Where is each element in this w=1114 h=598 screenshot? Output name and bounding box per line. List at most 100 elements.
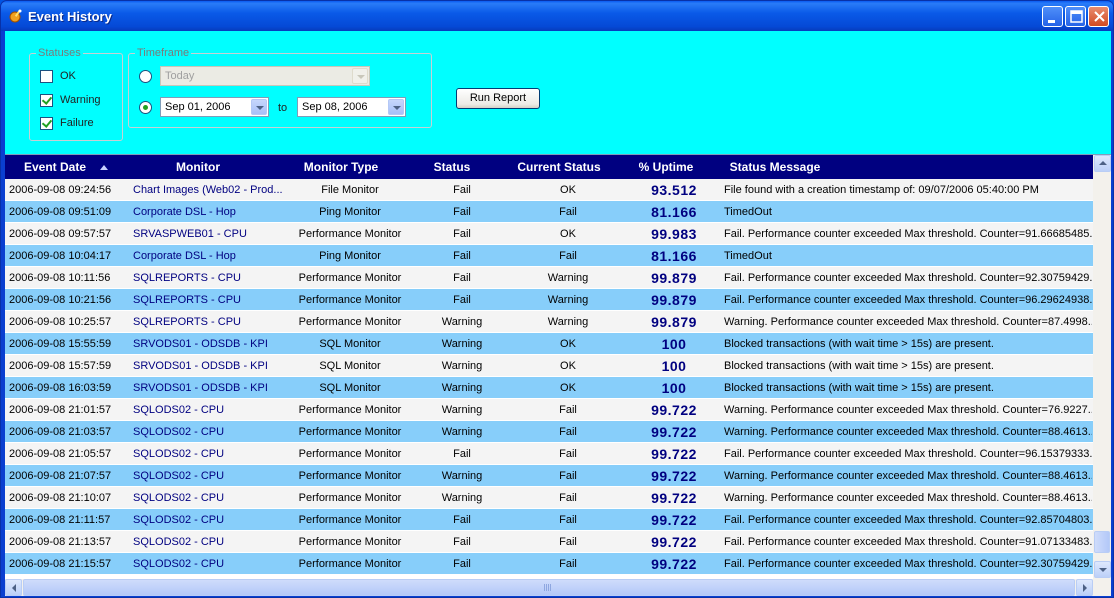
column-header-current-status[interactable]: Current Status [497, 155, 621, 179]
column-header-uptime[interactable]: % Uptime [621, 155, 711, 179]
scroll-down-button[interactable] [1094, 561, 1111, 578]
horizontal-scrollbar[interactable] [5, 579, 1111, 596]
minimize-button[interactable] [1042, 6, 1063, 27]
table-row[interactable]: 2006-09-08 21:03:57 SQLODS02 - CPU Perform… [5, 421, 1093, 443]
vertical-scroll-thumb[interactable] [1094, 531, 1110, 553]
cell-current-status: Warning [547, 316, 589, 328]
table-row[interactable]: 2006-09-08 09:57:57 SRVASPWEB01 - CPU Perf… [5, 223, 1093, 245]
cell-monitor: SQLREPORTS - CPU [133, 272, 241, 284]
statuses-group: Statuses OK Warning Failure [29, 47, 123, 141]
cell-status: Fail [453, 294, 471, 306]
to-date-picker[interactable]: Sep 08, 2006 [297, 97, 406, 117]
column-header-event-date[interactable]: Event Date [5, 155, 127, 179]
cell-event-date: 2006-09-08 16:03:59 [9, 382, 112, 394]
cell-current-status: OK [560, 228, 576, 240]
cell-monitor-type: Performance Monitor [298, 470, 402, 482]
grid-rows: 2006-09-08 09:24:56 Chart Images (Web02 -… [5, 179, 1093, 575]
cell-status-message: Blocked transactions (with wait time > 1… [724, 360, 994, 372]
table-row[interactable]: 2006-09-08 15:57:59 SRVODS01 - ODSDB - KP… [5, 355, 1093, 377]
table-row[interactable]: 2006-09-08 21:11:57 SQLODS02 - CPU Perform… [5, 509, 1093, 531]
cell-monitor-type: Performance Monitor [298, 426, 402, 438]
table-row[interactable]: 2006-09-08 21:10:07 SQLODS02 - CPU Perform… [5, 487, 1093, 509]
table-row[interactable]: 2006-09-08 16:03:59 SRVODS01 - ODSDB - KP… [5, 377, 1093, 399]
column-header-monitor[interactable]: Monitor [127, 155, 269, 179]
column-header-monitor-type[interactable]: Monitor Type [273, 155, 409, 179]
cell-monitor: Chart Images (Web02 - Prod... [133, 184, 283, 196]
chevron-down-icon [352, 68, 368, 84]
table-row[interactable]: 2006-09-08 21:07:57 SQLODS02 - CPU Perform… [5, 465, 1093, 487]
table-row[interactable]: 2006-09-08 21:01:57 SQLODS02 - CPU Perform… [5, 399, 1093, 421]
cell-monitor: SRVASPWEB01 - CPU [133, 228, 247, 240]
cell-status: Warning [441, 382, 483, 394]
cell-status: Fail [453, 206, 471, 218]
cell-monitor-type: Ping Monitor [319, 206, 381, 218]
table-row[interactable]: 2006-09-08 21:13:57 SQLODS02 - CPU Perform… [5, 531, 1093, 553]
to-label: to [278, 102, 288, 114]
column-header-status[interactable]: Status [407, 155, 497, 179]
table-row[interactable]: 2006-09-08 09:51:09 Corporate DSL - Hop Pi… [5, 201, 1093, 223]
cell-status: Fail [453, 514, 471, 526]
close-button[interactable] [1088, 6, 1109, 27]
cell-status-message: Fail. Performance counter exceeded Max t… [724, 536, 1092, 548]
cell-status: Warning [441, 404, 483, 416]
date-range-radio[interactable] [139, 101, 152, 114]
preset-select[interactable]: Today [160, 66, 370, 86]
cell-status-message: TimedOut [724, 250, 772, 262]
cell-monitor: SQLODS02 - CPU [133, 536, 225, 548]
maximize-button[interactable] [1065, 6, 1086, 27]
cell-uptime: 99.722 [651, 490, 697, 506]
cell-status: Fail [453, 250, 471, 262]
table-row[interactable]: 2006-09-08 21:15:57 SQLODS02 - CPU Perform… [5, 553, 1093, 575]
cell-status-message: Warning. Performance counter exceeded Ma… [724, 470, 1092, 482]
cell-status: Warning [441, 492, 483, 504]
cell-event-date: 2006-09-08 21:01:57 [9, 404, 112, 416]
window-title: Event History [28, 9, 112, 24]
grid-header: Event Date Monitor Monitor Type Status C… [5, 155, 1093, 179]
cell-event-date: 2006-09-08 09:51:09 [9, 206, 112, 218]
cell-event-date: 2006-09-08 21:10:07 [9, 492, 112, 504]
cell-current-status: OK [560, 360, 576, 372]
statuses-legend: Statuses [36, 47, 83, 59]
ok-checkbox[interactable] [40, 70, 53, 83]
preset-radio[interactable] [139, 70, 152, 83]
scroll-up-button[interactable] [1094, 155, 1111, 172]
cell-status-message: Fail. Performance counter exceeded Max t… [724, 294, 1092, 306]
warning-checkbox[interactable] [40, 94, 53, 107]
failure-checkbox-label[interactable]: Failure [60, 117, 94, 129]
horizontal-scroll-thumb[interactable] [23, 579, 1075, 596]
cell-uptime: 100 [661, 380, 687, 396]
from-date-picker[interactable]: Sep 01, 2006 [160, 97, 269, 117]
cell-monitor-type: Ping Monitor [319, 250, 381, 262]
table-row[interactable]: 2006-09-08 10:04:17 Corporate DSL - Hop Pi… [5, 245, 1093, 267]
timeframe-legend: Timeframe [135, 47, 192, 59]
cell-monitor-type: Performance Monitor [298, 316, 402, 328]
scroll-left-button[interactable] [5, 579, 22, 596]
warning-checkbox-label[interactable]: Warning [60, 94, 101, 106]
cell-current-status: Fail [559, 250, 577, 262]
vertical-scrollbar[interactable] [1093, 155, 1111, 579]
cell-uptime: 99.722 [651, 468, 697, 484]
table-row[interactable]: 2006-09-08 21:05:57 SQLODS02 - CPU Perform… [5, 443, 1093, 465]
scroll-right-button[interactable] [1076, 579, 1093, 596]
table-row[interactable]: 2006-09-08 10:11:56 SQLREPORTS - CPU Perfo… [5, 267, 1093, 289]
cell-monitor-type: Performance Monitor [298, 514, 402, 526]
cell-monitor: SQLREPORTS - CPU [133, 316, 241, 328]
cell-event-date: 2006-09-08 21:15:57 [9, 558, 112, 570]
table-row[interactable]: 2006-09-08 10:21:56 SQLREPORTS - CPU Perfo… [5, 289, 1093, 311]
failure-checkbox[interactable] [40, 117, 53, 130]
run-report-button[interactable]: Run Report [456, 88, 540, 109]
cell-status: Fail [453, 558, 471, 570]
table-row[interactable]: 2006-09-08 10:25:57 SQLREPORTS - CPU Perfo… [5, 311, 1093, 333]
column-header-status-message[interactable]: Status Message [705, 155, 845, 179]
chevron-down-icon[interactable] [251, 99, 267, 115]
cell-monitor-type: SQL Monitor [319, 382, 381, 394]
cell-uptime: 100 [661, 358, 687, 374]
ok-checkbox-label[interactable]: OK [60, 70, 76, 82]
cell-status: Fail [453, 272, 471, 284]
chevron-down-icon[interactable] [388, 99, 404, 115]
table-row[interactable]: 2006-09-08 15:55:59 SRVODS01 - ODSDB - KP… [5, 333, 1093, 355]
cell-event-date: 2006-09-08 09:57:57 [9, 228, 112, 240]
title-bar[interactable]: Event History [1, 1, 1113, 31]
table-row[interactable]: 2006-09-08 09:24:56 Chart Images (Web02 -… [5, 179, 1093, 201]
cell-current-status: Fail [559, 558, 577, 570]
